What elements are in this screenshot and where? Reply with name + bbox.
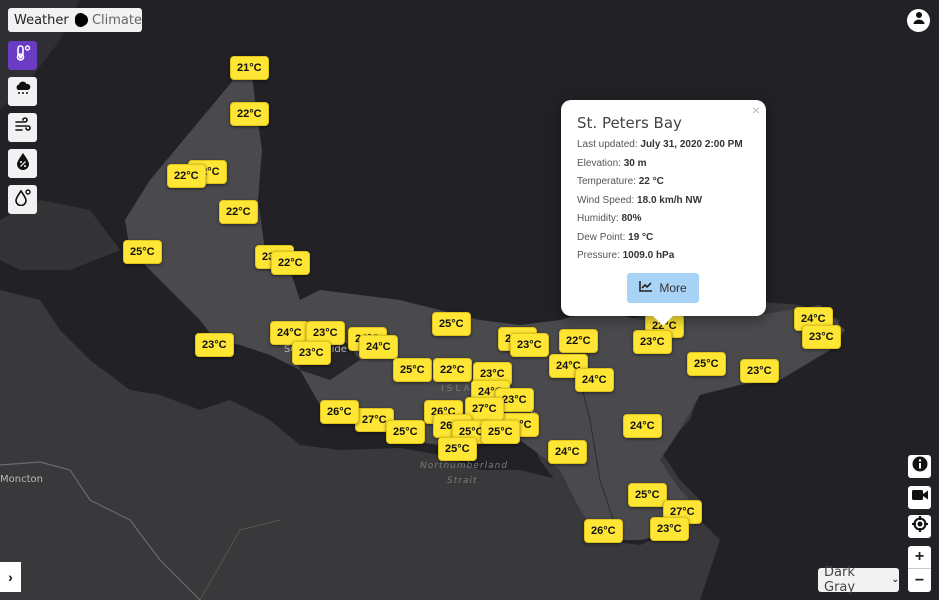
temperature-marker[interactable]: 22°C <box>167 164 206 188</box>
zoom-out-button[interactable]: − <box>908 569 931 592</box>
temperature-marker[interactable]: 23°C <box>802 325 841 349</box>
more-button[interactable]: More <box>627 273 699 303</box>
video-button[interactable] <box>908 486 931 509</box>
temperature-marker[interactable]: 23°C <box>510 333 549 357</box>
climate-label[interactable]: Climate <box>92 13 142 28</box>
expand-panel-button[interactable]: › <box>0 562 21 592</box>
temperature-marker[interactable]: 24°C <box>359 335 398 359</box>
map-canvas[interactable] <box>0 0 939 600</box>
temperature-marker[interactable]: 22°C <box>433 358 472 382</box>
more-label: More <box>659 281 687 295</box>
water-label-line1: Northumberland <box>420 461 509 471</box>
temperature-marker[interactable]: 25°C <box>432 312 471 336</box>
temperature-marker[interactable]: 23°C <box>740 359 779 383</box>
field-value: 1009.0 hPa <box>622 250 675 261</box>
field-label: Elevation: <box>577 158 621 169</box>
info-button[interactable] <box>908 455 931 478</box>
popup-station-name: St. Peters Bay <box>577 114 682 132</box>
field-value: 18.0 km/h NW <box>637 195 703 206</box>
thermometer-icon <box>14 44 32 67</box>
station-popup: × St. Peters Bay Last updated: July 31, … <box>561 100 766 326</box>
zoom-control: + − <box>908 546 931 592</box>
temperature-marker[interactable]: 25°C <box>386 420 425 444</box>
temperature-marker[interactable]: 26°C <box>584 519 623 543</box>
layer-button-wind[interactable] <box>8 113 37 142</box>
temperature-marker[interactable]: 24°C <box>548 440 587 464</box>
weather-label[interactable]: Weather <box>14 13 69 28</box>
field-value: 22 °C <box>638 176 664 187</box>
temperature-marker[interactable]: 26°C <box>320 400 359 424</box>
field-value: 80% <box>621 213 642 224</box>
field-label: Wind Speed: <box>577 195 635 206</box>
user-icon <box>912 11 926 30</box>
chart-line-icon <box>639 281 659 295</box>
field-label: Pressure: <box>577 250 620 261</box>
zoom-in-button[interactable]: + <box>908 546 931 569</box>
temperature-marker[interactable]: 23°C <box>650 517 689 541</box>
mode-switch[interactable] <box>74 13 89 27</box>
layer-button-temperature[interactable] <box>8 41 37 70</box>
popup-field-dew-point: Dew Point: 19 °C <box>577 232 653 243</box>
basemap-select[interactable]: Dark Gray ⌄ <box>818 565 899 595</box>
info-icon <box>912 456 928 477</box>
video-camera-icon <box>911 488 929 507</box>
popup-field-humidity: Humidity: 80% <box>577 213 641 224</box>
popup-field-elevation: Elevation: 30 m <box>577 158 647 169</box>
popup-field-temperature: Temperature: 22 °C <box>577 176 664 187</box>
temperature-marker[interactable]: 25°C <box>687 352 726 376</box>
field-label: Last updated: <box>577 139 638 150</box>
temperature-marker[interactable]: 23°C <box>633 330 672 354</box>
field-value: 30 m <box>623 158 647 169</box>
temperature-marker[interactable]: 23°C <box>292 341 331 365</box>
temperature-marker[interactable]: 21°C <box>230 56 269 80</box>
chevron-right-icon: › <box>8 569 13 585</box>
wind-icon <box>14 116 32 139</box>
field-value: July 31, 2020 2:00 PM <box>640 139 743 150</box>
weather-climate-toggle[interactable]: Weather Climate <box>8 8 142 32</box>
temperature-marker[interactable]: 25°C <box>438 437 477 461</box>
popup-close-button[interactable]: × <box>752 102 760 118</box>
temperature-marker[interactable]: 22°C <box>271 251 310 275</box>
temperature-marker[interactable]: 22°C <box>230 102 269 126</box>
temperature-marker[interactable]: 25°C <box>123 240 162 264</box>
humidity-drop-icon <box>14 152 32 175</box>
popup-field-pressure: Pressure: 1009.0 hPa <box>577 250 674 261</box>
temperature-marker[interactable]: 22°C <box>559 329 598 353</box>
chevron-down-icon: ⌄ <box>891 575 899 585</box>
temperature-marker[interactable]: 25°C <box>628 483 667 507</box>
layer-button-precipitation[interactable] <box>8 77 37 106</box>
user-account-button[interactable] <box>907 9 930 32</box>
temperature-marker[interactable]: 24°C <box>623 414 662 438</box>
water-label-line2: Strait <box>447 476 478 486</box>
temperature-marker[interactable]: 25°C <box>393 358 432 382</box>
field-value: 19 °C <box>628 232 654 243</box>
temperature-marker[interactable]: 24°C <box>575 368 614 392</box>
town-label-moncton: Moncton <box>0 474 43 485</box>
cloud-snow-icon <box>14 80 32 103</box>
basemap-selected-value: Dark Gray <box>824 565 856 595</box>
field-label: Temperature: <box>577 176 636 187</box>
layer-button-humidity[interactable] <box>8 149 37 178</box>
field-label: Dew Point: <box>577 232 626 243</box>
crosshair-icon <box>911 515 929 538</box>
temperature-marker[interactable]: 23°C <box>195 333 234 357</box>
field-label: Humidity: <box>577 213 619 224</box>
layer-button-dew-point[interactable] <box>8 185 37 214</box>
popup-field-last-updated: Last updated: July 31, 2020 2:00 PM <box>577 139 743 150</box>
temperature-marker[interactable]: 22°C <box>219 200 258 224</box>
popup-field-wind-speed: Wind Speed: 18.0 km/h NW <box>577 195 702 206</box>
temperature-marker[interactable]: 25°C <box>481 420 520 444</box>
dew-point-icon <box>14 188 32 211</box>
locate-button[interactable] <box>908 515 931 538</box>
